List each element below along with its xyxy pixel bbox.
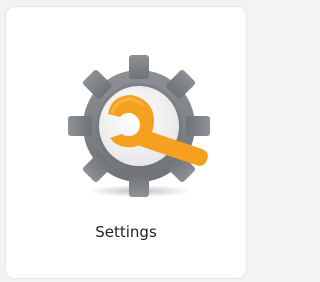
- tile-label: Settings: [95, 223, 157, 241]
- settings-tile[interactable]: Settings: [5, 6, 247, 279]
- settings-gear-wrench-svg: [68, 55, 210, 197]
- settings-gear-wrench-icon: [64, 51, 214, 201]
